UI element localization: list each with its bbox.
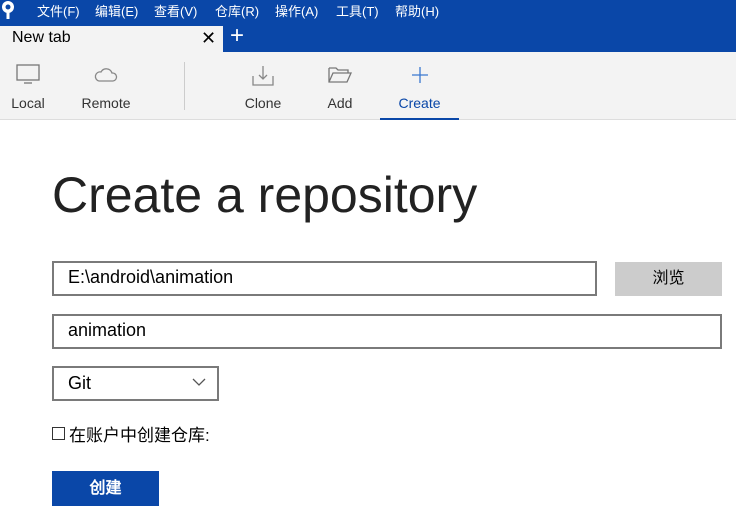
- menu-actions[interactable]: 操作(A): [275, 1, 318, 20]
- menu-bar: 文件(F) 编辑(E) 查看(V) 仓库(R) 操作(A) 工具(T) 帮助(H…: [0, 0, 736, 20]
- create-button[interactable]: 创建: [52, 471, 159, 506]
- repo-name-input[interactable]: animation: [52, 314, 722, 349]
- destination-path-input[interactable]: E:\android\animation: [52, 261, 597, 296]
- menu-help[interactable]: 帮助(H): [395, 1, 439, 20]
- sourcetree-logo-icon: [2, 1, 14, 19]
- tab-bar: New tab ✕ +: [0, 20, 736, 52]
- add-button[interactable]: Add: [316, 52, 364, 120]
- toolbar: Local Remote Clone Add Create: [0, 52, 736, 120]
- cloud-icon: [94, 68, 118, 82]
- plus-icon: [411, 67, 428, 83]
- local-button[interactable]: Local: [0, 52, 56, 120]
- vcs-type-select[interactable]: Git: [52, 366, 219, 401]
- vcs-selected-value: Git: [68, 373, 92, 393]
- monitor-icon: [16, 64, 40, 84]
- active-indicator: [380, 118, 459, 120]
- chevron-down-icon: [192, 378, 206, 386]
- tab-label: New tab: [12, 29, 71, 46]
- checkbox-label: 在账户中创建仓库:: [69, 426, 210, 445]
- menu-view[interactable]: 查看(V): [154, 1, 197, 20]
- browse-button[interactable]: 浏览: [615, 262, 722, 296]
- menu-repository[interactable]: 仓库(R): [215, 1, 259, 20]
- clone-button[interactable]: Clone: [236, 52, 290, 120]
- create-button-tab[interactable]: Create: [380, 52, 459, 120]
- add-tab-icon[interactable]: +: [230, 24, 244, 48]
- remote-button[interactable]: Remote: [74, 52, 138, 120]
- folder-open-icon: [328, 67, 353, 83]
- download-icon: [252, 66, 274, 86]
- checkbox-box[interactable]: [52, 427, 65, 440]
- menu-file[interactable]: 文件(F): [37, 1, 80, 20]
- create-in-account-checkbox[interactable]: 在账户中创建仓库:: [52, 421, 210, 446]
- page-title: Create a repository: [52, 167, 478, 223]
- close-icon[interactable]: ✕: [201, 28, 216, 49]
- menu-tools[interactable]: 工具(T): [336, 1, 379, 20]
- toolbar-divider: [184, 62, 185, 110]
- tab-new-tab[interactable]: New tab ✕: [0, 26, 223, 52]
- menu-edit[interactable]: 编辑(E): [95, 1, 138, 20]
